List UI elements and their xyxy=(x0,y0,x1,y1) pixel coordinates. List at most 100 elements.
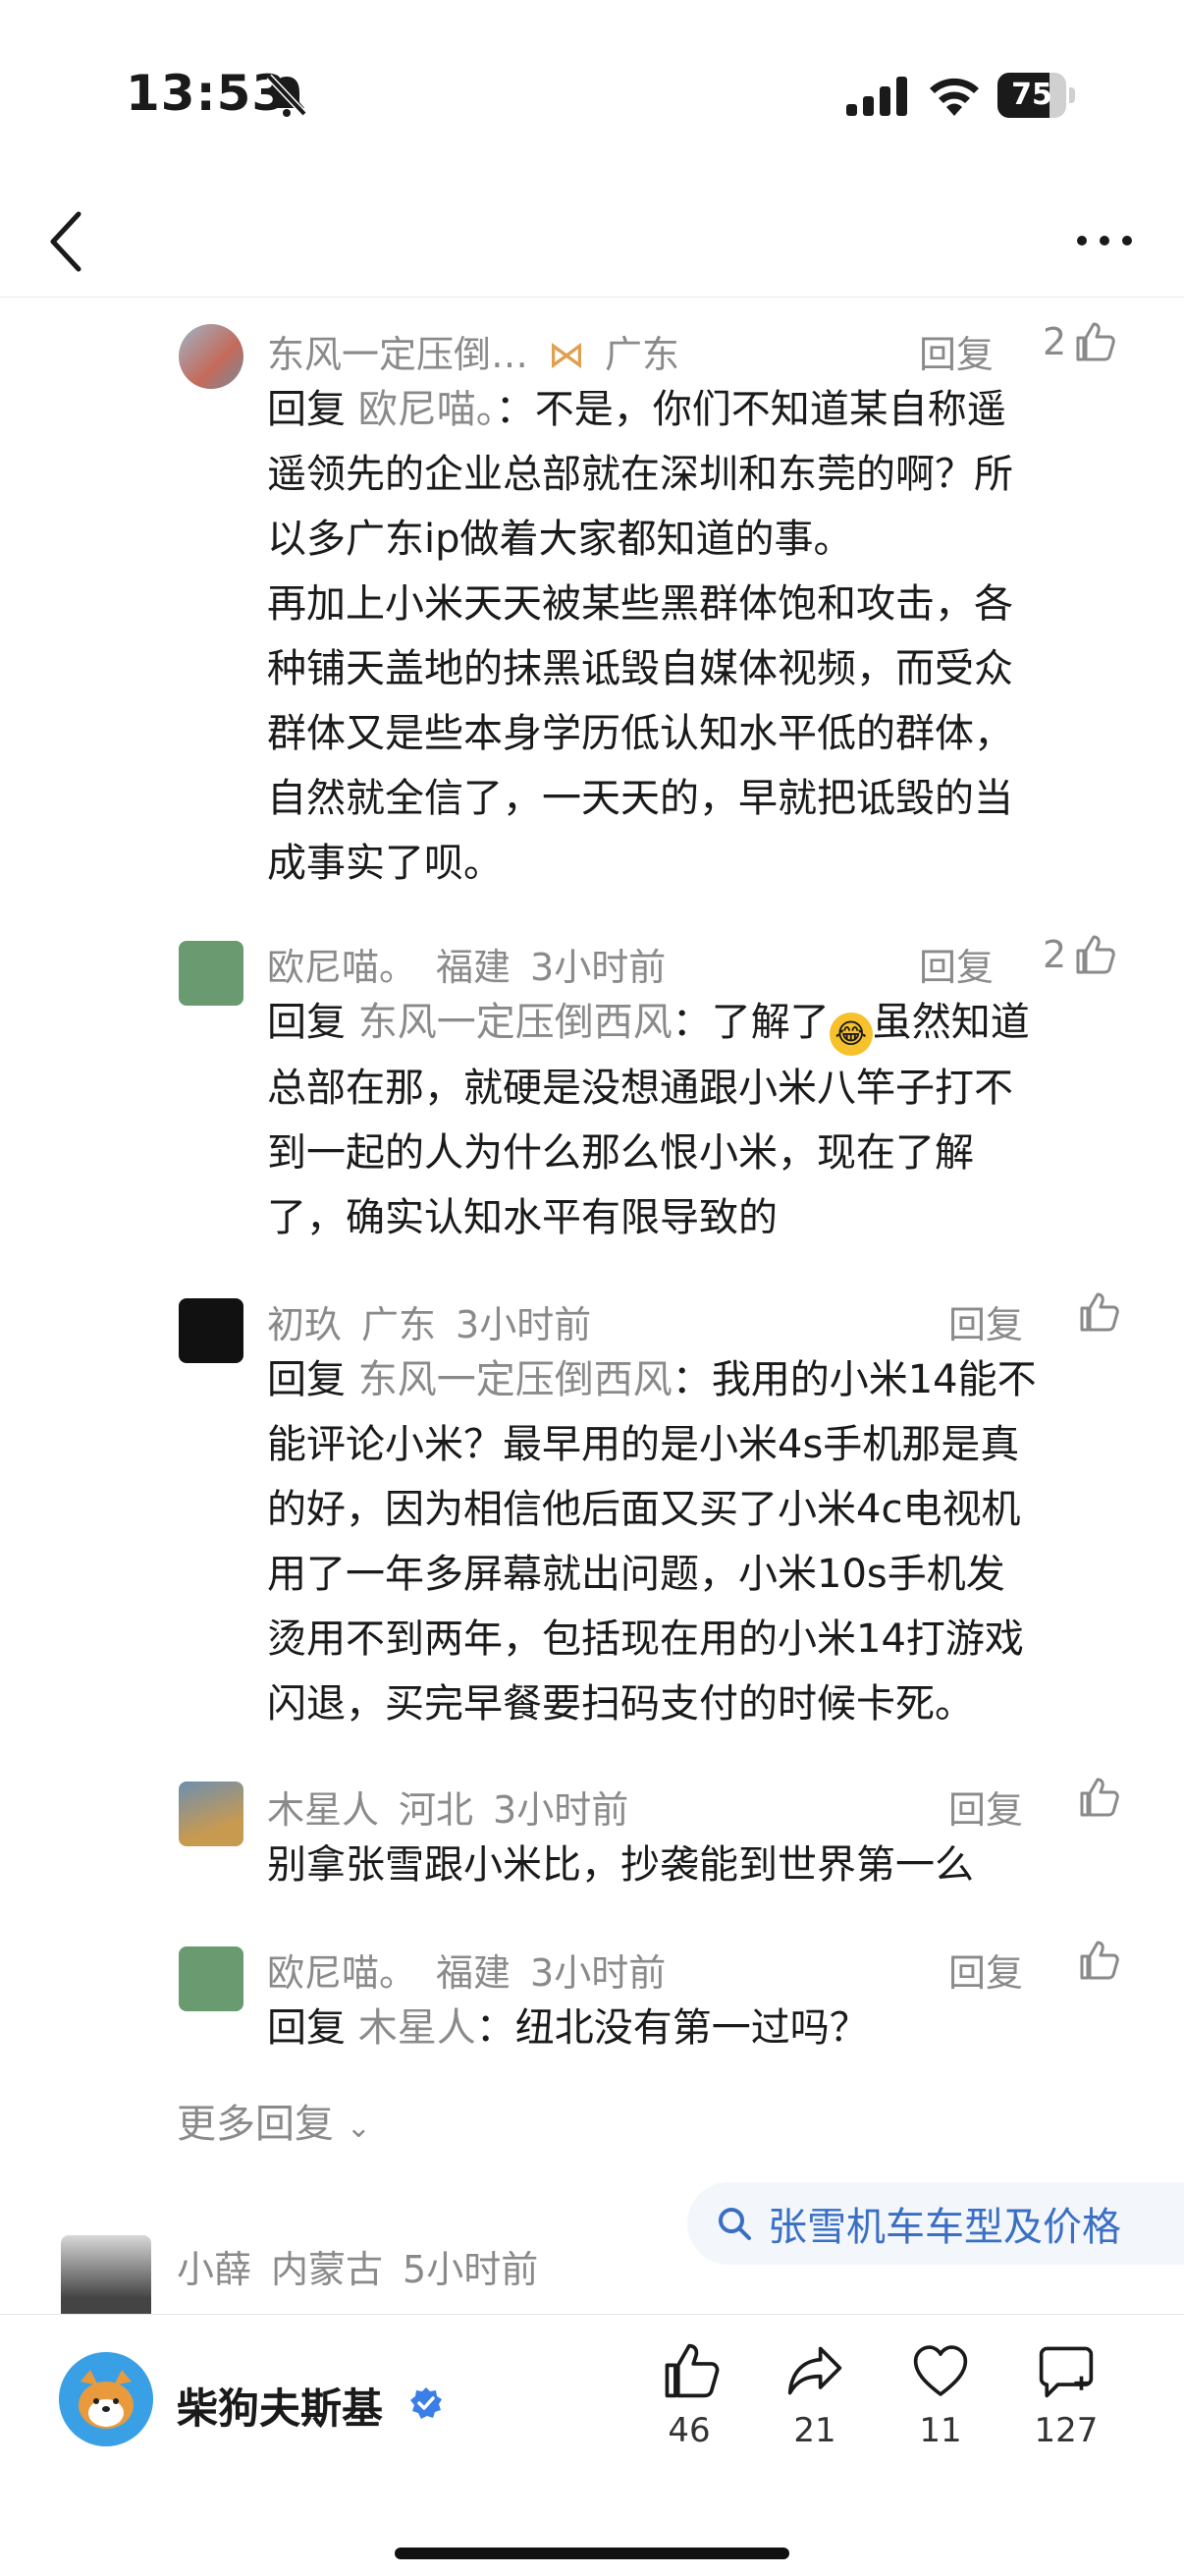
more-replies-link[interactable]: 更多回复 ⌄ xyxy=(177,2092,371,2149)
reply-target-name[interactable]: 欧尼喵。 xyxy=(358,387,496,432)
author-avatar[interactable] xyxy=(59,2352,153,2446)
share-arrow-icon xyxy=(787,2346,842,2395)
comment-line: 的好，因为相信他后面又买了小米4c电视机 xyxy=(267,1487,1021,1532)
comment-author[interactable]: 东风一定压倒… xyxy=(267,333,528,376)
cellular-signal-icon xyxy=(846,77,907,116)
comment-meta: 东风一定压倒… ⋈ 广东 xyxy=(267,324,699,378)
like-button[interactable]: 2 xyxy=(1043,933,1115,976)
badge-icon: ⋈ xyxy=(548,333,586,376)
like-button[interactable] xyxy=(1076,1290,1119,1334)
comment-count: 127 xyxy=(1034,2411,1099,2450)
comment-line: 再加上小米天天被某些黑群体饱和攻击，各 xyxy=(267,581,1013,627)
bell-muted-icon xyxy=(266,74,307,117)
battery-level-text: 75 xyxy=(1011,78,1052,112)
favorite-action[interactable]: 11 xyxy=(891,2340,990,2450)
comment-region: 福建 xyxy=(436,946,511,989)
avatar[interactable] xyxy=(179,1781,243,1846)
comment-body: 回复 欧尼喵。：不是，你们不知道某自称遥 遥领先的企业总部就在深圳和东莞的啊？所以… xyxy=(267,377,1131,896)
author-name[interactable]: 柴狗夫斯基 xyxy=(177,2376,383,2436)
comment-body: 回复 东风一定压倒西风：我用的小米14能不 能评论小米？最早用的是小米4s手机那是… xyxy=(267,1347,1131,1736)
comment-line: 闪退，买完早餐要扫码支付的时候卡死。 xyxy=(267,1681,974,1726)
share-count: 21 xyxy=(793,2411,836,2450)
comment-region: 河北 xyxy=(399,1788,474,1832)
comment-body: 别拿张雪跟小米比，抄袭能到世界第一么 xyxy=(267,1833,1131,1897)
comment-line: 回复 木星人：纽北没有第一过吗？ xyxy=(267,2005,869,2051)
comment-line: 自然就全信了，一天天的，早就把诋毁的当 xyxy=(267,776,1013,821)
search-suggestion-text: 张雪机车车型及价格 xyxy=(768,2205,1121,2250)
reply-button[interactable]: 回复 xyxy=(919,937,994,991)
reply-target-name[interactable]: 东风一定压倒西风 xyxy=(358,1000,673,1045)
avatar[interactable] xyxy=(179,1946,243,2011)
shiba-avatar-icon xyxy=(59,2352,153,2446)
search-icon xyxy=(719,2208,751,2240)
like-button[interactable] xyxy=(1076,1939,1119,1982)
like-button[interactable] xyxy=(1076,1776,1119,1819)
reply-target-name[interactable]: 东风一定压倒西风 xyxy=(358,1357,673,1402)
comment-line: 成事实了呗。 xyxy=(267,841,503,886)
comment-meta: 欧尼喵。 福建 3小时前 xyxy=(267,937,685,991)
avatar[interactable] xyxy=(179,324,243,389)
share-action[interactable]: 21 xyxy=(766,2340,864,2450)
thumbs-up-icon xyxy=(1076,935,1115,974)
comment-action[interactable]: 127 xyxy=(1017,2340,1115,2450)
favorite-count: 11 xyxy=(919,2411,962,2450)
comment-line: 烫用不到两年，包括现在用的小米14打游戏 xyxy=(267,1617,1024,1662)
more-replies-label: 更多回复 xyxy=(177,2102,334,2147)
comment-author[interactable]: 木星人 xyxy=(267,1788,379,1832)
thumbs-up-icon xyxy=(665,2343,720,2398)
comment-bubble-icon xyxy=(1039,2346,1094,2398)
comment-line: 别拿张雪跟小米比，抄袭能到世界第一么 xyxy=(267,1842,974,1888)
comment-time: 3小时前 xyxy=(530,1951,667,1995)
comment-author[interactable]: 小薛 xyxy=(177,2248,251,2291)
home-indicator xyxy=(395,2548,789,2559)
comment-line: 群体又是些本身学历低认知水平低的群体， xyxy=(267,711,1013,756)
comment-author[interactable]: 欧尼喵。 xyxy=(267,1951,416,1995)
thumbs-up-icon xyxy=(1080,1778,1119,1817)
like-button[interactable]: 2 xyxy=(1043,320,1115,363)
avatar[interactable] xyxy=(179,1298,243,1363)
comment-line: 能评论小米？最早用的是小米4s手机那是真 xyxy=(267,1422,1020,1467)
comment-meta: 初玖 广东 3小时前 xyxy=(267,1294,611,1348)
reply-button[interactable]: 回复 xyxy=(948,1294,1023,1348)
comment-time: 3小时前 xyxy=(493,1788,629,1832)
comment-region: 福建 xyxy=(436,1951,511,1995)
reply-button[interactable]: 回复 xyxy=(948,1780,1023,1834)
comment-time: 5小时前 xyxy=(403,2248,539,2291)
heart-icon xyxy=(913,2345,968,2396)
top-nav-bar xyxy=(0,187,1184,298)
comment-author[interactable]: 欧尼喵。 xyxy=(267,946,416,989)
back-arrow-icon[interactable] xyxy=(39,202,98,281)
comment-line: 回复 东风一定压倒西风：了解了 😂 虽然知道 xyxy=(267,990,1131,1056)
comment-line: 到一起的人为什么那么恨小米，现在了解 xyxy=(267,1130,974,1176)
battery-indicator: 75 xyxy=(997,73,1076,118)
comment-line: 回复 东风一定压倒西风：我用的小米14能不 xyxy=(267,1357,1037,1402)
avatar[interactable] xyxy=(179,941,243,1006)
comment-line: 总部在那，就硬是没想通跟小米八竿子打不 xyxy=(267,1066,1013,1111)
bottom-action-bar: 柴狗夫斯基 46 21 11 127 xyxy=(0,2314,1184,2576)
comment-author[interactable]: 初玖 xyxy=(267,1303,342,1346)
status-bar: 13:53 75 xyxy=(0,0,1184,187)
reply-target-name[interactable]: 木星人 xyxy=(358,2005,476,2051)
comment-meta: 小薛 内蒙古 5小时前 xyxy=(177,2239,558,2293)
comment-region: 内蒙古 xyxy=(271,2248,384,2291)
wifi-icon xyxy=(930,78,979,116)
thumbs-up-icon xyxy=(1076,322,1115,361)
like-count: 2 xyxy=(1043,320,1067,363)
reply-button[interactable]: 回复 xyxy=(948,1943,1023,1997)
reply-button[interactable]: 回复 xyxy=(919,324,994,378)
comment-time: 3小时前 xyxy=(456,1303,592,1346)
like-action[interactable]: 46 xyxy=(640,2340,738,2450)
comment-line: 了，确实认知水平有限导致的 xyxy=(267,1195,778,1240)
comment-time: 3小时前 xyxy=(530,946,667,989)
like-count: 46 xyxy=(668,2411,711,2450)
comment-line: 以多广东ip做着大家都知道的事。 xyxy=(267,517,853,562)
comment-line: 遥领先的企业总部就在深圳和东莞的啊？所 xyxy=(267,452,1013,497)
more-options-icon[interactable] xyxy=(1070,216,1139,265)
avatar[interactable] xyxy=(61,2235,151,2326)
search-suggestion-pill[interactable]: 张雪机车车型及价格 xyxy=(687,2182,1184,2265)
like-count: 2 xyxy=(1043,933,1067,976)
comment-line: 用了一年多屏幕就出问题，小米10s手机发 xyxy=(267,1552,1005,1597)
chevron-down-icon: ⌄ xyxy=(346,2110,371,2145)
comment-body: 回复 木星人：纽北没有第一过吗？ xyxy=(267,1996,1131,2060)
thumbs-up-icon xyxy=(1080,1941,1119,1980)
